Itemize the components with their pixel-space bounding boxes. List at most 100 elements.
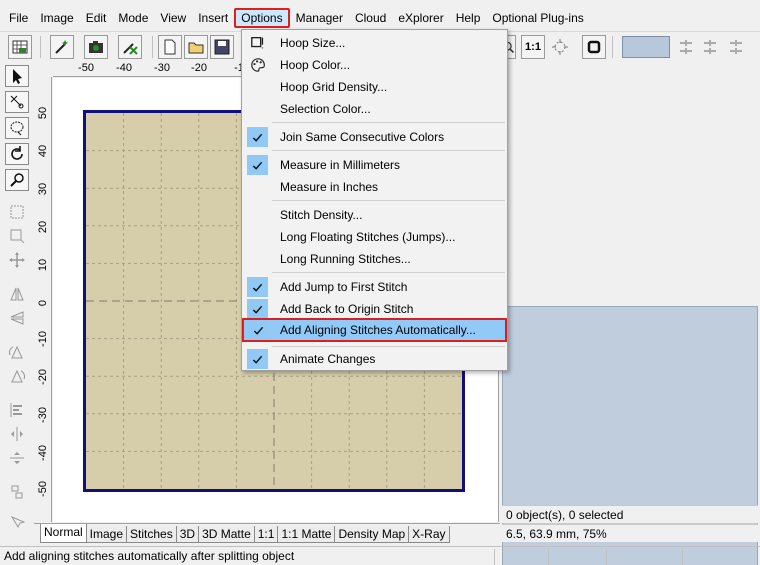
toolbar-unstitch-icon[interactable] bbox=[118, 35, 142, 59]
align-vertical-icon[interactable] bbox=[5, 447, 29, 469]
menu-insert[interactable]: Insert bbox=[192, 8, 234, 28]
menu-separator bbox=[272, 122, 505, 123]
menu-edit[interactable]: Edit bbox=[80, 8, 113, 28]
zoom-tool-icon[interactable] bbox=[5, 169, 29, 191]
toolbar-grid-icon[interactable] bbox=[8, 35, 32, 59]
toolbar-camera-icon[interactable] bbox=[84, 35, 108, 59]
menu-item-label: Measure in Inches bbox=[280, 180, 379, 194]
coordinates-info: 6.5, 63.9 mm, 75% bbox=[502, 524, 758, 542]
menu-item-label: Add Aligning Stitches Automatically... bbox=[280, 323, 476, 337]
menu-explorer[interactable]: eXplorer bbox=[392, 8, 449, 28]
rotate-right-icon[interactable] bbox=[5, 365, 29, 387]
menu-separator bbox=[272, 272, 505, 273]
toolbar-extra-icon-1[interactable] bbox=[676, 35, 696, 59]
checkmark-icon bbox=[247, 155, 268, 175]
freehand-select-icon[interactable] bbox=[5, 117, 29, 139]
checkmark-icon bbox=[247, 277, 268, 297]
menu-item-label: Add Back to Origin Stitch bbox=[280, 302, 414, 316]
ruler-label: -50 bbox=[37, 481, 49, 497]
menu-separator bbox=[272, 346, 505, 347]
ruler-label: 20 bbox=[37, 220, 49, 234]
menu-item-hoop-color[interactable]: Hoop Color... bbox=[244, 54, 505, 76]
vertical-ruler: 50 40 30 20 10 0 -10 -20 -30 -40 -50 bbox=[34, 77, 52, 522]
rotate-left-icon[interactable] bbox=[5, 341, 29, 363]
lasso-select-icon[interactable] bbox=[5, 91, 29, 113]
menu-item-measure-mm[interactable]: Measure in Millimeters bbox=[244, 154, 505, 176]
ruler-label: -30 bbox=[154, 62, 170, 74]
tab-image[interactable]: Image bbox=[85, 526, 128, 543]
menu-item-add-jump-first[interactable]: Add Jump to First Stitch bbox=[244, 276, 505, 298]
menu-help[interactable]: Help bbox=[450, 8, 487, 28]
tab-1-1[interactable]: 1:1 bbox=[253, 526, 279, 543]
rect-select-icon[interactable] bbox=[5, 201, 29, 223]
menu-item-label: Add Jump to First Stitch bbox=[280, 280, 408, 294]
tab-normal[interactable]: Normal bbox=[40, 524, 87, 543]
toolbar-wand-icon[interactable] bbox=[50, 35, 74, 59]
fit-icon[interactable] bbox=[548, 35, 572, 59]
menu-item-label: Join Same Consecutive Colors bbox=[280, 130, 445, 144]
ruler-label: 10 bbox=[37, 258, 49, 272]
menu-item-measure-inches[interactable]: Measure in Inches bbox=[244, 176, 505, 198]
mirror-horizontal-icon[interactable] bbox=[5, 283, 29, 305]
menu-item-long-running-stitches[interactable]: Long Running Stitches... bbox=[244, 248, 505, 270]
menu-item-stitch-density[interactable]: Stitch Density... bbox=[244, 204, 505, 226]
menu-options[interactable]: Options bbox=[234, 8, 290, 28]
rotate-icon[interactable] bbox=[5, 143, 29, 165]
transform-icon[interactable] bbox=[5, 511, 29, 533]
menu-mode[interactable]: Mode bbox=[112, 8, 154, 28]
menu-file[interactable]: File bbox=[3, 8, 34, 28]
menu-item-label: Long Running Stitches... bbox=[280, 252, 411, 266]
palette-icon bbox=[249, 56, 267, 74]
menu-item-selection-color[interactable]: Selection Color... bbox=[244, 98, 505, 120]
menu-image[interactable]: Image bbox=[34, 8, 79, 28]
status-cell bbox=[606, 549, 607, 565]
tab-3d-matte[interactable]: 3D Matte bbox=[198, 526, 255, 543]
actual-size-button[interactable]: 1:1 bbox=[521, 35, 545, 59]
tab-3d[interactable]: 3D bbox=[175, 526, 200, 543]
menu-view[interactable]: View bbox=[154, 8, 192, 28]
toolbar-extra-icon-3[interactable] bbox=[726, 35, 746, 59]
view-tabs: Normal Image Stitches 3D 3D Matte 1:1 1:… bbox=[34, 523, 500, 543]
menu-manager[interactable]: Manager bbox=[290, 8, 349, 28]
menu-cloud[interactable]: Cloud bbox=[349, 8, 392, 28]
menu-item-add-back-origin[interactable]: Add Back to Origin Stitch bbox=[244, 298, 505, 320]
save-icon[interactable] bbox=[210, 35, 234, 59]
menu-item-label: Hoop Size... bbox=[280, 36, 346, 50]
tab-density-map[interactable]: Density Map bbox=[334, 526, 410, 543]
align-center-icon[interactable] bbox=[5, 423, 29, 445]
move-icon[interactable] bbox=[5, 249, 29, 271]
open-folder-icon[interactable] bbox=[184, 35, 208, 59]
ruler-label: -50 bbox=[78, 62, 94, 74]
tab-x-ray[interactable]: X-Ray bbox=[408, 526, 450, 543]
hoop-view-icon[interactable] bbox=[582, 35, 606, 59]
menu-item-hoop-size[interactable]: Hoop Size... bbox=[244, 32, 505, 54]
right-panel: 0 object(s), 0 selected 6.5, 63.9 mm, 75… bbox=[502, 63, 758, 565]
mirror-vertical-icon[interactable] bbox=[5, 307, 29, 329]
status-cell bbox=[682, 549, 683, 565]
distribute-icon[interactable] bbox=[5, 481, 29, 503]
menu-item-label: Hoop Grid Density... bbox=[280, 80, 388, 94]
toolbar-extra-icon-2[interactable] bbox=[700, 35, 720, 59]
menu-optional-plugins[interactable]: Optional Plug-ins bbox=[486, 8, 589, 28]
crop-icon[interactable] bbox=[5, 225, 29, 247]
tool-palette bbox=[5, 63, 31, 543]
tab-stitches[interactable]: Stitches bbox=[126, 526, 177, 543]
new-file-icon[interactable] bbox=[158, 35, 182, 59]
color-swatch[interactable] bbox=[622, 36, 670, 58]
align-left-icon[interactable] bbox=[5, 399, 29, 421]
menu-separator bbox=[272, 150, 505, 151]
checkmark-icon bbox=[247, 127, 268, 147]
menu-item-add-aligning-stitches[interactable]: Add Aligning Stitches Automatically... bbox=[242, 318, 507, 342]
menu-item-animate-changes[interactable]: Animate Changes bbox=[244, 348, 505, 370]
menu-item-hoop-grid-density[interactable]: Hoop Grid Density... bbox=[244, 76, 505, 98]
menu-item-label: Long Floating Stitches (Jumps)... bbox=[280, 230, 456, 244]
menu-item-long-floating-stitches[interactable]: Long Floating Stitches (Jumps)... bbox=[244, 226, 505, 248]
menu-item-join-same-colors[interactable]: Join Same Consecutive Colors bbox=[244, 126, 505, 148]
ruler-label: -20 bbox=[191, 62, 207, 74]
tab-1-1-matte[interactable]: 1:1 Matte bbox=[277, 526, 336, 543]
select-arrow-icon[interactable] bbox=[5, 65, 29, 87]
status-cell bbox=[548, 549, 549, 565]
ruler-label: -20 bbox=[37, 369, 49, 385]
ruler-label: -10 bbox=[37, 331, 49, 347]
ruler-label: 30 bbox=[37, 182, 49, 196]
